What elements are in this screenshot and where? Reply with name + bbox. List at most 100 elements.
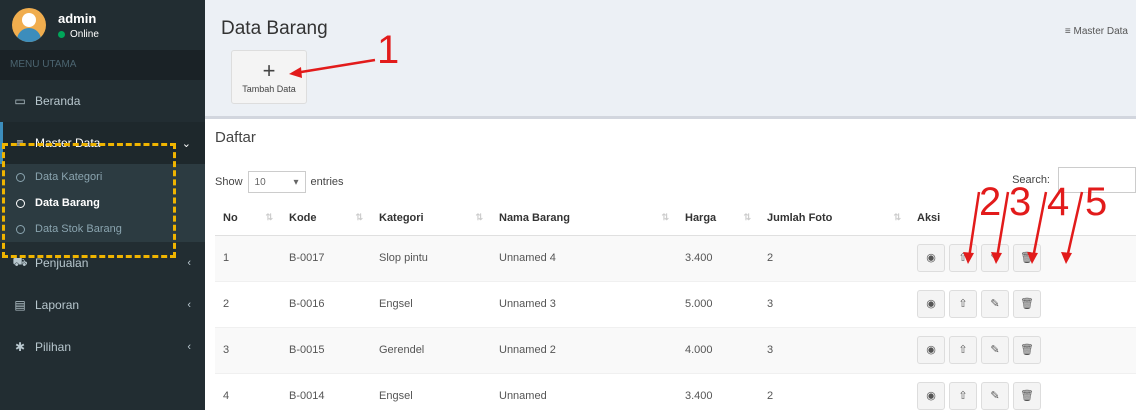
edit-button[interactable]: ✎ xyxy=(981,336,1009,364)
edit-icon: ✎ xyxy=(990,298,1000,310)
delete-button[interactable]: 🗑 xyxy=(1013,336,1041,364)
file-icon: ▤ xyxy=(14,298,26,312)
eye-icon: ◉ xyxy=(926,252,936,264)
circle-icon xyxy=(16,224,25,234)
sidebar-item-pilihan[interactable]: ✱ Pilihan ‹ xyxy=(0,326,205,368)
eye-icon: ◉ xyxy=(926,298,936,310)
entries-control: Show 10 ▾ entries xyxy=(215,171,344,193)
sidebar-item-penjualan[interactable]: ⛟ Penjualan ‹ xyxy=(0,242,205,284)
column-header-jumlah-foto[interactable]: Jumlah Foto ⇅ xyxy=(759,201,909,236)
main-content: Data Barang ≡ Master Data + Tambah Data … xyxy=(205,0,1136,410)
app-window: admin Online MENU UTAMA ▭ Beranda ≡ Mast… xyxy=(0,0,1136,410)
sort-icon: ⇅ xyxy=(265,211,273,222)
submenu-item-data-barang[interactable]: Data Barang xyxy=(0,190,205,216)
column-header-harga[interactable]: Harga ⇅ xyxy=(677,201,759,236)
edit-icon: ✎ xyxy=(990,344,1000,356)
annotation-3: 3 xyxy=(1009,180,1032,224)
sidebar-item-laporan[interactable]: ▤ Laporan ‹ xyxy=(0,284,205,326)
edit-icon: ✎ xyxy=(990,390,1000,403)
cell-nama-barang: Unnamed 2 xyxy=(491,326,677,373)
sidebar-item-label: Pilihan xyxy=(35,340,72,354)
sidebar-item-master-data[interactable]: ≡ Master Data ⌄ xyxy=(0,122,205,164)
table-row: 3 B-0015 Gerendel Unnamed 2 4.000 3 ◉ ⇧ ✎ 🗑 xyxy=(215,326,1136,373)
sort-icon: ⇅ xyxy=(893,211,901,222)
cell-harga: 3.400 xyxy=(677,372,759,410)
upload-icon: ⇧ xyxy=(958,344,968,356)
upload-button[interactable]: ⇧ xyxy=(949,336,977,364)
submenu-master-data: Data Kategori Data Barang Data Stok Bara… xyxy=(0,164,205,242)
cell-kategori: Gerendel xyxy=(371,326,491,373)
view-button[interactable]: ◉ xyxy=(917,244,945,272)
cell-jumlah-foto: 3 xyxy=(759,326,909,373)
cell-aksi: ◉ ⇧ ✎ 🗑 xyxy=(909,326,1136,373)
view-button[interactable]: ◉ xyxy=(917,382,945,410)
add-data-label: Tambah Data xyxy=(242,83,296,94)
cell-no: 2 xyxy=(215,280,281,327)
chevron-down-icon: ⌄ xyxy=(181,137,191,150)
sort-icon: ⇅ xyxy=(661,211,669,222)
view-button[interactable]: ◉ xyxy=(917,336,945,364)
sidebar-item-label: Laporan xyxy=(35,298,80,312)
entries-select[interactable]: 10 ▾ xyxy=(247,171,306,193)
column-header-nama-barang[interactable]: Nama Barang ⇅ xyxy=(491,201,677,236)
column-header-kategori[interactable]: Kategori ⇅ xyxy=(371,201,491,236)
annotation-4: 4 xyxy=(1047,180,1070,224)
bars-icon: ≡ xyxy=(1064,26,1074,37)
sidebar-item-label: Penjualan xyxy=(35,256,89,270)
eye-icon: ◉ xyxy=(926,390,936,403)
user-panel: admin Online xyxy=(0,0,205,50)
sort-icon: ⇅ xyxy=(743,211,751,222)
cell-kategori: Engsel xyxy=(371,372,491,410)
cell-harga: 3.400 xyxy=(677,234,759,281)
sidebar-item-label: Master Data xyxy=(35,136,101,150)
page-title: Data Barang xyxy=(221,18,328,39)
cell-kode: B-0015 xyxy=(281,326,371,373)
table-row: 4 B-0014 Engsel Unnamed 3.400 2 ◉ ⇧ ✎ 🗑 xyxy=(215,372,1136,410)
trash-icon: 🗑 xyxy=(1020,390,1034,403)
upload-button[interactable]: ⇧ xyxy=(949,290,977,318)
annotation-arrows-actions xyxy=(963,191,1084,264)
sidebar-item-beranda[interactable]: ▭ Beranda xyxy=(0,80,205,122)
cell-kode: B-0017 xyxy=(281,234,371,281)
chevron-left-icon: ‹ xyxy=(187,257,191,269)
column-header-kode[interactable]: Kode ⇅ xyxy=(281,201,371,236)
cell-kategori: Slop pintu xyxy=(371,234,491,281)
submenu-item-data-kategori[interactable]: Data Kategori xyxy=(0,164,205,190)
trash-icon: 🗑 xyxy=(1020,298,1034,310)
cell-harga: 4.000 xyxy=(677,326,759,373)
delete-button[interactable]: 🗑 xyxy=(1013,290,1041,318)
trash-icon: 🗑 xyxy=(1020,344,1034,356)
cell-kategori: Engsel xyxy=(371,280,491,327)
delete-button[interactable]: 🗑 xyxy=(1013,382,1041,410)
cell-no: 3 xyxy=(215,326,281,373)
edit-button[interactable]: ✎ xyxy=(981,382,1009,410)
cell-aksi: ◉ ⇧ ✎ 🗑 xyxy=(909,280,1136,327)
plus-icon: + xyxy=(262,57,276,83)
edit-button[interactable]: ✎ xyxy=(981,290,1009,318)
annotation-1: 1 xyxy=(377,28,400,72)
dropdown-arrow-icon: ▾ xyxy=(293,176,299,188)
sort-icon: ⇅ xyxy=(475,211,483,222)
cell-no: 4 xyxy=(215,372,281,410)
user-status: Online xyxy=(58,29,99,40)
upload-icon: ⇧ xyxy=(958,298,968,310)
breadcrumb[interactable]: ≡ Master Data xyxy=(1065,26,1128,37)
table-row: 2 B-0016 Engsel Unnamed 3 5.000 3 ◉ ⇧ ✎ 🗑 xyxy=(215,280,1136,327)
annotation-5: 5 xyxy=(1085,180,1108,224)
gear-icon: ✱ xyxy=(14,340,26,354)
submenu-item-data-stok-barang[interactable]: Data Stok Barang xyxy=(0,216,205,242)
column-header-no[interactable]: No ⇅ xyxy=(215,201,281,236)
user-name: admin xyxy=(58,10,97,26)
online-dot-icon xyxy=(58,30,65,38)
cell-jumlah-foto: 2 xyxy=(759,234,909,281)
chevron-left-icon: ‹ xyxy=(187,299,191,311)
box-title: Daftar xyxy=(215,129,256,146)
upload-button[interactable]: ⇧ xyxy=(949,382,977,410)
cart-icon: ⛟ xyxy=(12,255,28,269)
annotation-arrow-1 xyxy=(289,58,376,78)
cell-kode: B-0016 xyxy=(281,280,371,327)
cell-jumlah-foto: 2 xyxy=(759,372,909,410)
circle-icon xyxy=(16,198,25,208)
view-button[interactable]: ◉ xyxy=(917,290,945,318)
upload-icon: ⇧ xyxy=(958,390,968,403)
